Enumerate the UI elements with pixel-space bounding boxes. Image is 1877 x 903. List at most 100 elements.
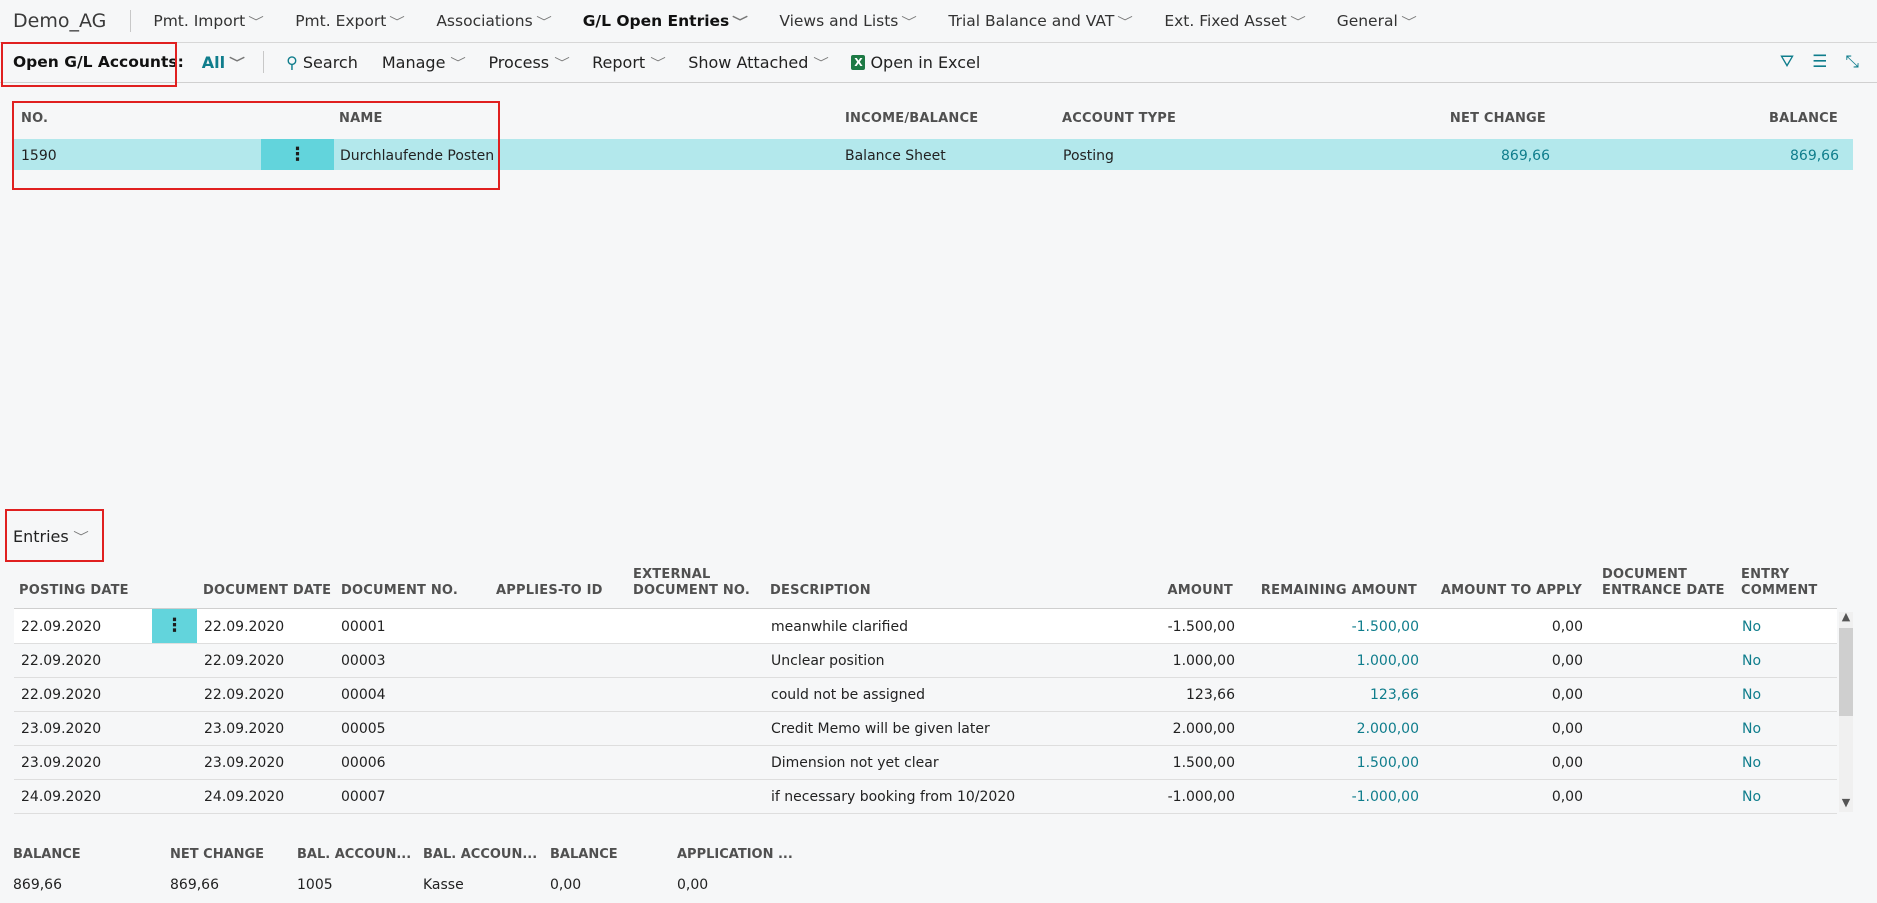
amount-to-apply[interactable]: 0,00 bbox=[1480, 687, 1583, 703]
chevron-down-icon: ﹀ bbox=[554, 55, 570, 70]
search-icon: ⚲ bbox=[286, 52, 298, 72]
nav-ext-fixed-asset[interactable]: Ext. Fixed Asset ﹀ bbox=[1142, 12, 1314, 30]
footer-bal-account-no: 1005 bbox=[297, 877, 333, 893]
list-view-icon[interactable]: ☰ bbox=[1812, 52, 1827, 72]
description: meanwhile clarified bbox=[771, 619, 908, 635]
posting-date[interactable]: 23.09.2020 bbox=[21, 721, 101, 737]
row-actions-icon[interactable]: ⋮ bbox=[261, 139, 334, 170]
account-income-balance: Balance Sheet bbox=[845, 148, 946, 164]
entry-comment[interactable]: No bbox=[1742, 721, 1761, 737]
remaining-amount[interactable]: 123,66 bbox=[1290, 687, 1419, 703]
entries-section-toggle[interactable]: Entries ﹀ bbox=[13, 527, 89, 546]
company-name[interactable]: Demo_AG bbox=[0, 10, 132, 32]
header-account-type[interactable]: ACCOUNT TYPE bbox=[1062, 111, 1176, 127]
open-in-excel-button[interactable]: X Open in Excel bbox=[839, 53, 992, 72]
footer-header-balance: BALANCE bbox=[13, 847, 81, 862]
entry-comment[interactable]: No bbox=[1742, 755, 1761, 771]
header-balance[interactable]: BALANCE bbox=[1690, 111, 1838, 127]
report-menu[interactable]: Report ﹀ bbox=[580, 53, 676, 72]
header-document-no[interactable]: DOCUMENT NO. bbox=[341, 583, 458, 599]
entry-comment[interactable]: No bbox=[1742, 619, 1761, 635]
view-filter-all[interactable]: All ﹀ bbox=[202, 53, 245, 72]
amount: -1.000,00 bbox=[1167, 789, 1235, 805]
filter-icon[interactable]: ⛛ bbox=[1780, 52, 1794, 72]
account-balance[interactable]: 869,66 bbox=[1690, 148, 1839, 164]
chevron-down-icon: ﹀ bbox=[72, 530, 89, 544]
divider bbox=[263, 51, 265, 73]
search-button[interactable]: ⚲ Search bbox=[274, 53, 370, 72]
entry-comment[interactable]: No bbox=[1742, 653, 1761, 669]
chevron-down-icon: ﹀ bbox=[535, 14, 552, 29]
account-type: Posting bbox=[1063, 148, 1114, 164]
chevron-down-icon: ﹀ bbox=[1400, 14, 1417, 29]
nav-views-and-lists[interactable]: Views and Lists ﹀ bbox=[757, 12, 926, 30]
entry-comment[interactable]: No bbox=[1742, 789, 1761, 805]
document-no: 00001 bbox=[341, 619, 386, 635]
nav-trial-balance-vat[interactable]: Trial Balance and VAT ﹀ bbox=[926, 12, 1142, 30]
amount-to-apply[interactable]: 0,00 bbox=[1480, 619, 1583, 635]
excel-icon: X bbox=[851, 54, 866, 70]
row-actions-icon[interactable]: ⋮ bbox=[152, 609, 197, 643]
remaining-amount[interactable]: 1.500,00 bbox=[1290, 755, 1419, 771]
amount-to-apply[interactable]: 0,00 bbox=[1480, 755, 1583, 771]
nav-pmt-export[interactable]: Pmt. Export ﹀ bbox=[273, 12, 414, 30]
posting-date[interactable]: 24.09.2020 bbox=[21, 789, 101, 805]
action-bar-right-tools: ⛛ ☰ ⤡ bbox=[1780, 42, 1859, 82]
remaining-amount[interactable]: -1.500,00 bbox=[1290, 619, 1419, 635]
header-no[interactable]: NO. bbox=[21, 111, 48, 127]
show-attached-menu[interactable]: Show Attached ﹀ bbox=[676, 53, 839, 72]
footer-bal-account-name: Kasse bbox=[423, 877, 464, 893]
document-date: 22.09.2020 bbox=[204, 653, 285, 669]
chevron-down-icon: ﹀ bbox=[650, 55, 667, 70]
chevron-down-icon: ﹀ bbox=[813, 55, 830, 70]
scrollbar-thumb[interactable] bbox=[1839, 628, 1853, 716]
collapse-icon[interactable]: ⤡ bbox=[1845, 52, 1859, 72]
account-name: Durchlaufende Posten bbox=[340, 148, 495, 164]
posting-date[interactable]: 22.09.2020 bbox=[21, 653, 101, 669]
header-remaining-amount[interactable]: REMAINING AMOUNT bbox=[1260, 583, 1417, 599]
posting-date[interactable]: 22.09.2020 bbox=[21, 619, 101, 635]
amount-to-apply[interactable]: 0,00 bbox=[1480, 721, 1583, 737]
amount: 1.500,00 bbox=[1172, 755, 1235, 771]
manage-menu[interactable]: Manage ﹀ bbox=[370, 53, 477, 72]
amount-to-apply[interactable]: 0,00 bbox=[1480, 789, 1583, 805]
remaining-amount[interactable]: 1.000,00 bbox=[1290, 653, 1419, 669]
header-income-balance[interactable]: INCOME/BALANCE bbox=[845, 111, 978, 127]
header-document-date[interactable]: DOCUMENT DATE bbox=[203, 583, 331, 599]
nav-associations[interactable]: Associations ﹀ bbox=[414, 12, 560, 30]
posting-date[interactable]: 22.09.2020 bbox=[21, 687, 101, 703]
header-applies-to-id[interactable]: APPLIES-TO ID bbox=[496, 583, 603, 599]
document-date: 24.09.2020 bbox=[204, 789, 285, 805]
header-amount-to-apply[interactable]: AMOUNT TO APPLY bbox=[1440, 583, 1582, 599]
account-no[interactable]: 1590 bbox=[21, 148, 57, 164]
footer-header-application: APPLICATION ... bbox=[677, 847, 793, 862]
chevron-down-icon: ﹀ bbox=[732, 14, 749, 29]
nav-pmt-import[interactable]: Pmt. Import ﹀ bbox=[131, 12, 273, 30]
header-description[interactable]: DESCRIPTION bbox=[770, 583, 871, 599]
chevron-down-icon: ﹀ bbox=[1289, 14, 1306, 29]
nav-general[interactable]: General ﹀ bbox=[1315, 12, 1426, 30]
header-posting-date[interactable]: POSTING DATE bbox=[19, 583, 129, 599]
remaining-amount[interactable]: 2.000,00 bbox=[1290, 721, 1419, 737]
amount: -1.500,00 bbox=[1167, 619, 1235, 635]
scroll-up-icon[interactable]: ▲ bbox=[1839, 610, 1853, 623]
account-net-change[interactable]: 869,66 bbox=[1380, 148, 1550, 164]
footer-header-net-change: NET CHANGE bbox=[170, 847, 265, 862]
header-net-change[interactable]: NET CHANGE bbox=[1380, 111, 1546, 127]
header-amount[interactable]: AMOUNT bbox=[1140, 583, 1233, 599]
header-name[interactable]: NAME bbox=[339, 111, 383, 127]
footer-balance: 869,66 bbox=[13, 877, 62, 893]
scroll-down-icon[interactable]: ▼ bbox=[1839, 796, 1853, 809]
remaining-amount[interactable]: -1.000,00 bbox=[1290, 789, 1419, 805]
document-no: 00003 bbox=[341, 653, 386, 669]
process-menu[interactable]: Process ﹀ bbox=[476, 53, 580, 72]
footer-header-bal-account-no: BAL. ACCOUN... bbox=[297, 847, 412, 862]
amount: 2.000,00 bbox=[1172, 721, 1235, 737]
entry-comment[interactable]: No bbox=[1742, 687, 1761, 703]
chevron-down-icon: ﹀ bbox=[1117, 14, 1134, 29]
description: Credit Memo will be given later bbox=[771, 721, 990, 737]
document-no: 00004 bbox=[341, 687, 386, 703]
nav-gl-open-entries[interactable]: G/L Open Entries ﹀ bbox=[561, 12, 758, 30]
posting-date[interactable]: 23.09.2020 bbox=[21, 755, 101, 771]
amount-to-apply[interactable]: 0,00 bbox=[1480, 653, 1583, 669]
